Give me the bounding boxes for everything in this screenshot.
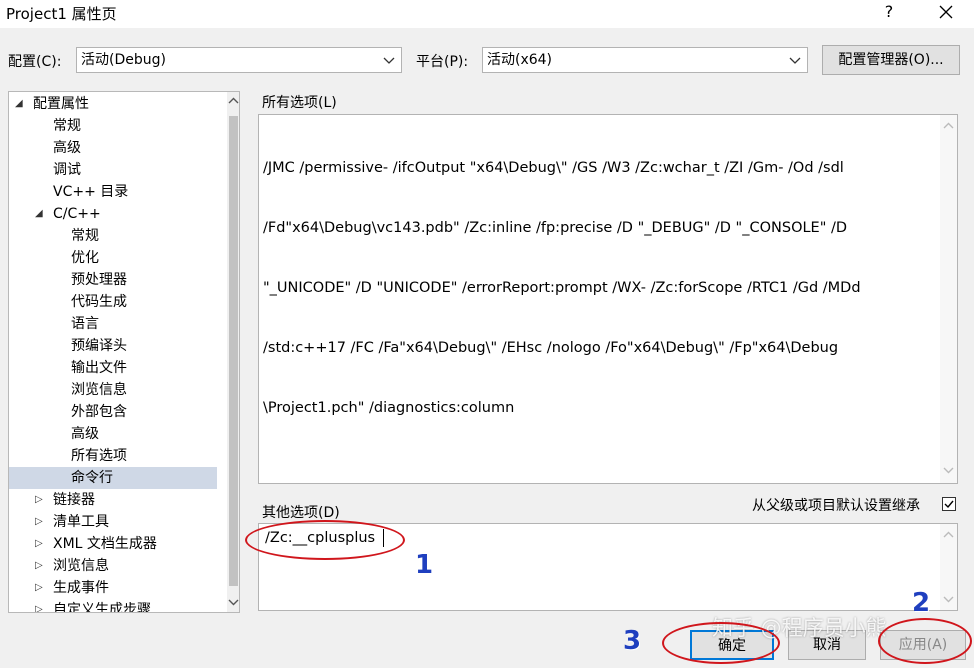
help-button[interactable]: ? bbox=[876, 0, 902, 26]
tree-item[interactable]: 命令行 bbox=[9, 467, 217, 489]
collapsed-arrow-icon[interactable]: ▷ bbox=[35, 599, 43, 612]
tree-item[interactable]: ▷ 生成事件 bbox=[9, 577, 217, 599]
close-button[interactable] bbox=[928, 0, 964, 26]
all-options-line: "_UNICODE" /D "UNICODE" /errorReport:pro… bbox=[263, 280, 861, 296]
annotation-circle-3 bbox=[662, 622, 780, 664]
tree-item[interactable]: 调试 bbox=[9, 159, 217, 181]
tree-item[interactable]: VC++ 目录 bbox=[9, 181, 217, 203]
all-options-label: 所有选项(L) bbox=[262, 95, 337, 111]
tree-item[interactable]: 语言 bbox=[9, 313, 217, 335]
tree-item[interactable]: 常规 bbox=[9, 115, 217, 137]
tree-item-label: 链接器 bbox=[53, 492, 95, 508]
platform-select[interactable]: 活动(x64) bbox=[482, 47, 808, 73]
tree-item-label: XML 文档生成器 bbox=[53, 536, 157, 552]
tree-item-label: 外部包含 bbox=[71, 404, 127, 420]
title-bar: Project1 属性页 ? bbox=[0, 0, 974, 28]
chevron-down-icon bbox=[789, 57, 801, 64]
tree-item[interactable]: ◢ C/C++ bbox=[9, 203, 217, 225]
tree-item[interactable]: 外部包含 bbox=[9, 401, 217, 423]
chevron-down-icon bbox=[383, 57, 395, 64]
tree-item-label: 清单工具 bbox=[53, 514, 109, 530]
tree-item-label: 代码生成 bbox=[71, 294, 127, 310]
tree-item-label: VC++ 目录 bbox=[53, 184, 129, 200]
scroll-up-icon[interactable] bbox=[943, 530, 954, 540]
collapsed-arrow-icon[interactable]: ▷ bbox=[35, 511, 43, 533]
tree-item-label: 调试 bbox=[53, 162, 81, 178]
tree-item-label: 生成事件 bbox=[53, 580, 109, 596]
tree-item-label: 优化 bbox=[71, 250, 99, 266]
scroll-down-icon[interactable] bbox=[943, 594, 954, 604]
annotation-circle-2 bbox=[878, 618, 972, 664]
config-select[interactable]: 活动(Debug) bbox=[76, 47, 402, 73]
all-options-line: /Fd"x64\Debug\vc143.pdb" /Zc:inline /fp:… bbox=[263, 220, 848, 236]
tree-item[interactable]: ▷ XML 文档生成器 bbox=[9, 533, 217, 555]
collapsed-arrow-icon[interactable]: ▷ bbox=[35, 555, 43, 577]
tree-item-label: 自定义生成步骤 bbox=[53, 602, 151, 613]
tree-item[interactable]: 所有选项 bbox=[9, 445, 217, 467]
all-options-scrollbar[interactable] bbox=[940, 115, 957, 483]
tree-item-label: 浏览信息 bbox=[53, 558, 109, 574]
tree-item-label: C/C++ bbox=[53, 206, 101, 222]
tree-scroll-thumb[interactable] bbox=[229, 116, 238, 586]
tree-item[interactable]: 预编译头 bbox=[9, 335, 217, 357]
other-options-label: 其他选项(D) bbox=[262, 505, 340, 521]
scroll-down-icon[interactable] bbox=[943, 465, 954, 475]
tree-item-label: 命令行 bbox=[71, 470, 113, 486]
collapsed-arrow-icon[interactable]: ▷ bbox=[35, 489, 43, 511]
all-options-line: \Project1.pch" /diagnostics:column bbox=[263, 400, 515, 416]
tree-item[interactable]: 浏览信息 bbox=[9, 379, 217, 401]
annotation-number-1: 1 bbox=[415, 550, 434, 580]
property-tree[interactable]: ◢ 配置属性 常规 高级 调试 VC++ 目录 ◢ C/C++ 常规 优化 预处理器 代码生成 语言 预编… bbox=[8, 91, 240, 613]
all-options-line: /std:c++17 /FC /Fa"x64\Debug\" /EHsc /no… bbox=[263, 340, 839, 356]
checkmark-icon bbox=[944, 500, 954, 509]
config-value: 活动(Debug) bbox=[81, 52, 166, 68]
tree-item[interactable]: 常规 bbox=[9, 225, 217, 247]
expanded-arrow-icon[interactable]: ◢ bbox=[35, 203, 43, 225]
tree-item-label: 预处理器 bbox=[71, 272, 127, 288]
tree-item-label: 预编译头 bbox=[71, 338, 127, 354]
all-options-text: /JMC /permissive- /ifcOutput "x64\Debug\… bbox=[263, 118, 923, 458]
tree-item[interactable]: 代码生成 bbox=[9, 291, 217, 313]
tree-item[interactable]: ▷ 清单工具 bbox=[9, 511, 217, 533]
tree-item[interactable]: ▷ 自定义生成步骤 bbox=[9, 599, 217, 613]
annotation-number-2: 2 bbox=[912, 588, 931, 618]
tree-item-label: 高级 bbox=[53, 140, 81, 156]
scroll-up-icon[interactable] bbox=[228, 96, 239, 106]
tree-item-label: 高级 bbox=[71, 426, 99, 442]
other-options-scrollbar[interactable] bbox=[940, 524, 957, 610]
tree-item[interactable]: 优化 bbox=[9, 247, 217, 269]
all-options-line: /JMC /permissive- /ifcOutput "x64\Debug\… bbox=[263, 160, 844, 176]
tree-scrollbar[interactable] bbox=[227, 92, 239, 612]
window-title: Project1 属性页 bbox=[6, 5, 117, 23]
scroll-down-icon[interactable] bbox=[228, 597, 239, 607]
scroll-up-icon[interactable] bbox=[943, 121, 954, 131]
tree-item-label: 输出文件 bbox=[71, 360, 127, 376]
tree-item[interactable]: 高级 bbox=[9, 423, 217, 445]
annotation-number-3: 3 bbox=[623, 626, 642, 656]
annotation-circle-1 bbox=[245, 520, 405, 560]
collapsed-arrow-icon[interactable]: ▷ bbox=[35, 577, 43, 599]
tree-item-label: 常规 bbox=[71, 228, 99, 244]
config-manager-button[interactable]: 配置管理器(O)... bbox=[822, 45, 960, 75]
platform-value: 活动(x64) bbox=[487, 52, 553, 68]
tree-item[interactable]: ▷ 浏览信息 bbox=[9, 555, 217, 577]
tree-item-label: 浏览信息 bbox=[71, 382, 127, 398]
expanded-arrow-icon[interactable]: ◢ bbox=[15, 93, 23, 115]
close-icon bbox=[939, 5, 953, 19]
tree-item-label: 语言 bbox=[71, 316, 99, 332]
inherit-label: 从父级或项目默认设置继承 bbox=[752, 498, 920, 514]
tree-item-label: 所有选项 bbox=[71, 448, 127, 464]
config-label: 配置(C): bbox=[8, 54, 62, 70]
collapsed-arrow-icon[interactable]: ▷ bbox=[35, 533, 43, 555]
tree-item[interactable]: 输出文件 bbox=[9, 357, 217, 379]
inherit-checkbox[interactable] bbox=[942, 497, 956, 511]
tree-item-label: 常规 bbox=[53, 118, 81, 134]
all-options-textbox[interactable]: /JMC /permissive- /ifcOutput "x64\Debug\… bbox=[258, 114, 958, 484]
platform-label: 平台(P): bbox=[416, 54, 469, 70]
tree-item[interactable]: 预处理器 bbox=[9, 269, 217, 291]
tree-item-label: 配置属性 bbox=[33, 96, 89, 112]
tree-item[interactable]: 高级 bbox=[9, 137, 217, 159]
tree-item[interactable]: ▷ 链接器 bbox=[9, 489, 217, 511]
tree-item[interactable]: ◢ 配置属性 bbox=[9, 93, 217, 115]
